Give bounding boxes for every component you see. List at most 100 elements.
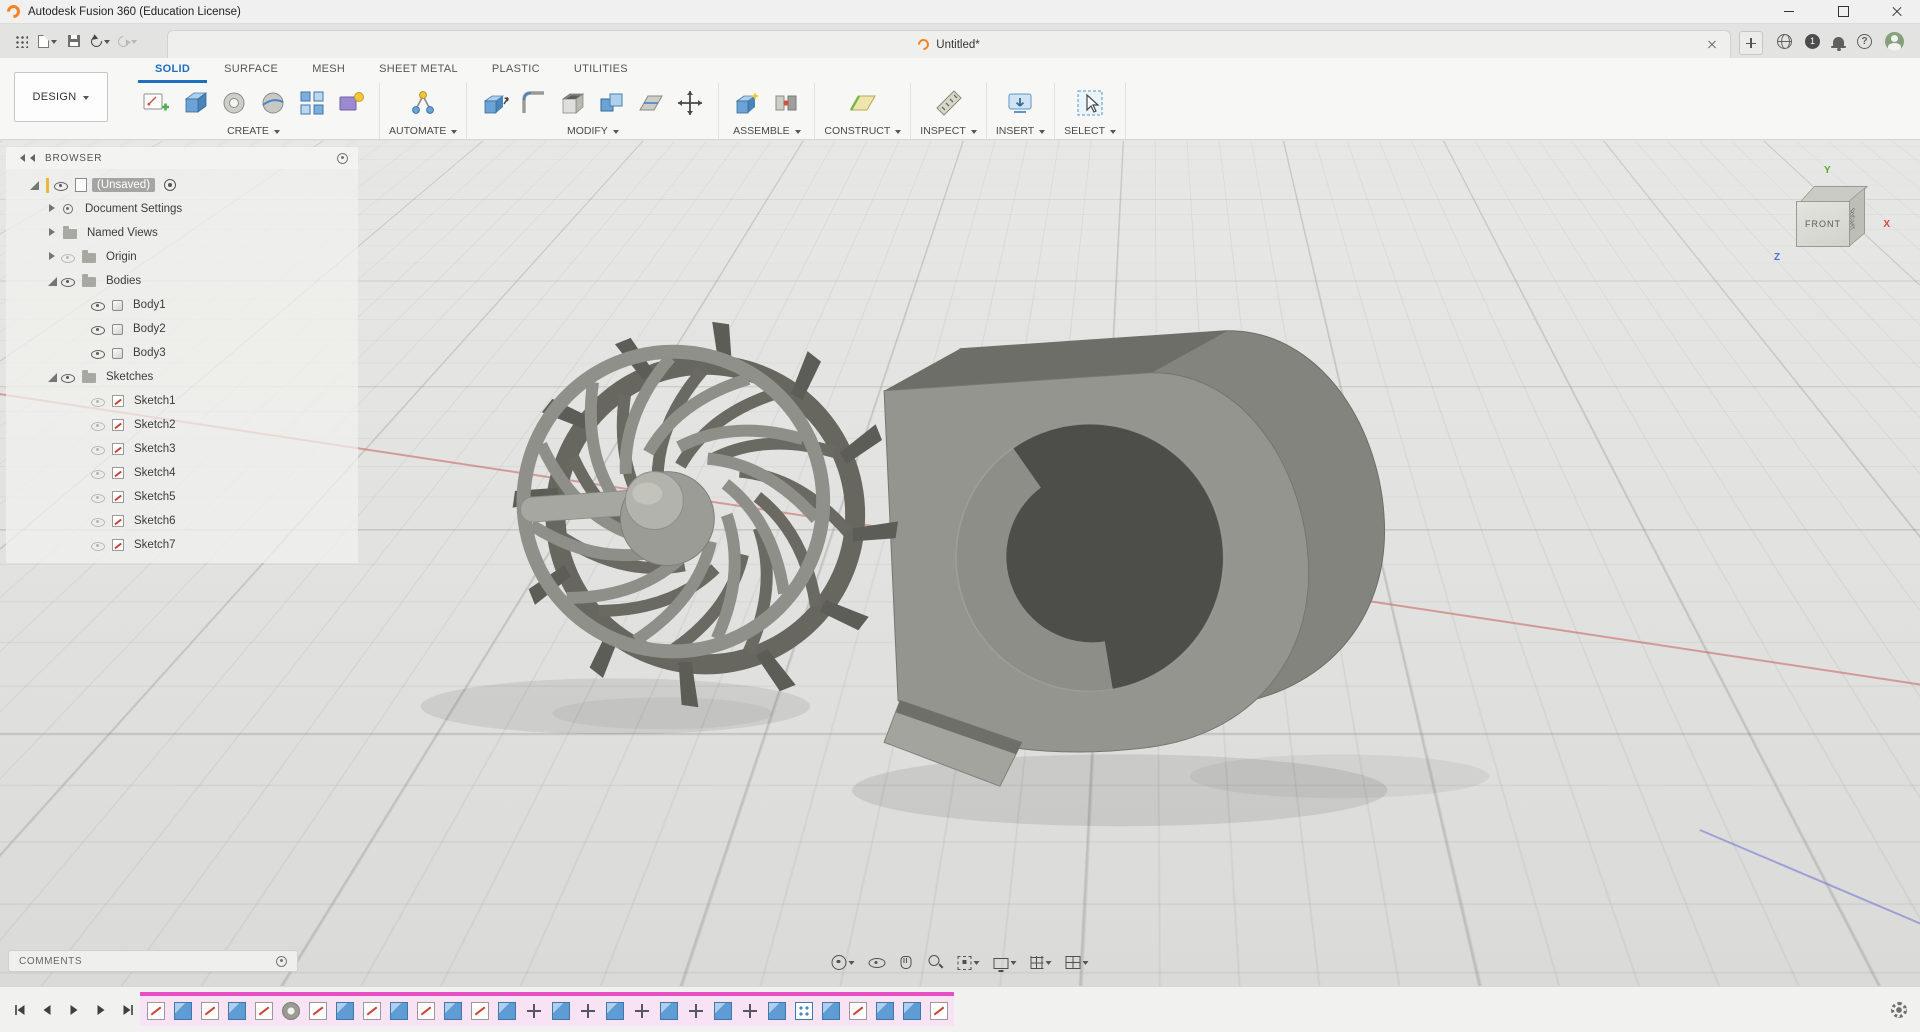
measure-button[interactable] [930, 84, 968, 122]
timeline-feature-extrude[interactable] [660, 1002, 678, 1020]
timeline-feature-sketch[interactable] [363, 1002, 381, 1020]
visibility-eye-icon[interactable] [90, 466, 106, 481]
rectangular-pattern-button[interactable] [293, 84, 331, 122]
viewport[interactable]: Y RIGHT FRONT X Z BROWSER (Unsaved) Docum… [0, 141, 1920, 986]
timeline-feature-sketch[interactable] [849, 1002, 867, 1020]
document-tab[interactable]: Untitled* [167, 30, 1731, 58]
timeline-feature-revolve[interactable] [282, 1002, 300, 1020]
joint-button[interactable] [767, 84, 805, 122]
combine-button[interactable] [593, 84, 631, 122]
timeline-feature-extrude[interactable] [228, 1002, 246, 1020]
impeller-body[interactable] [512, 321, 898, 708]
modify-menu[interactable]: MODIFY [567, 123, 619, 137]
automate-menu[interactable]: AUTOMATE [389, 123, 458, 137]
visibility-eye-icon[interactable] [90, 514, 106, 529]
tab-surface[interactable]: SURFACE [207, 60, 295, 83]
select-button[interactable] [1071, 84, 1109, 122]
timeline-feature-extrude[interactable] [768, 1002, 786, 1020]
housing-body[interactable] [883, 330, 1386, 787]
close-tab-button[interactable] [1704, 37, 1720, 53]
collapse-browser-icon[interactable] [16, 154, 36, 162]
tab-utilities[interactable]: UTILITIES [557, 60, 645, 83]
visibility-eye-icon[interactable] [60, 370, 76, 385]
timeline-feature-sketch[interactable] [147, 1002, 165, 1020]
tab-plastic[interactable]: PLASTIC [475, 60, 557, 83]
timeline-feature-sketch[interactable] [471, 1002, 489, 1020]
offset-face-button[interactable] [632, 84, 670, 122]
browser-item-body3[interactable]: Body3 [6, 341, 358, 365]
app-grid-button[interactable] [8, 28, 34, 54]
timeline-feature-extrude[interactable] [903, 1002, 921, 1020]
press-pull-button[interactable] [476, 84, 514, 122]
avatar[interactable] [1885, 31, 1904, 51]
timeline-feature-extrude[interactable] [174, 1002, 192, 1020]
browser-item-sketch2[interactable]: Sketch2 [6, 413, 358, 437]
visibility-eye-icon[interactable] [60, 274, 76, 289]
timeline-feature-move[interactable] [741, 1002, 759, 1020]
tab-mesh[interactable]: MESH [295, 60, 362, 83]
maximize-button[interactable] [1820, 0, 1866, 23]
extensions-icon[interactable] [1777, 33, 1792, 49]
browser-item-sketch1[interactable]: Sketch1 [6, 389, 358, 413]
timeline-feature-extrude[interactable] [606, 1002, 624, 1020]
insert-button[interactable] [1001, 84, 1039, 122]
comments-display-toggle[interactable] [276, 955, 287, 967]
browser-item-body1[interactable]: Body1 [6, 293, 358, 317]
visibility-eye-icon[interactable] [60, 250, 76, 265]
expand-arrow-icon[interactable] [46, 371, 60, 383]
timeline-feature-move[interactable] [579, 1002, 597, 1020]
save-button[interactable] [61, 28, 87, 54]
expand-arrow-icon[interactable] [46, 251, 60, 263]
sweep-button[interactable] [254, 84, 292, 122]
derive-button[interactable] [332, 84, 370, 122]
timeline-feature-sketch[interactable] [930, 1002, 948, 1020]
redo-button[interactable] [114, 28, 141, 54]
timeline-feature-sketch[interactable] [309, 1002, 327, 1020]
fillet-button[interactable] [515, 84, 553, 122]
viewports-button[interactable] [1062, 950, 1093, 974]
job-status-badge[interactable]: 1 [1805, 33, 1820, 49]
browser-header[interactable]: BROWSER [6, 147, 358, 169]
grid-and-snaps-button[interactable] [1027, 950, 1056, 974]
display-settings-button[interactable] [990, 950, 1021, 974]
workspace-switcher[interactable]: DESIGN [14, 72, 108, 122]
create-menu[interactable]: CREATE [227, 123, 280, 137]
shell-button[interactable] [554, 84, 592, 122]
undo-button[interactable] [87, 28, 114, 54]
zoom-button[interactable] [924, 950, 948, 974]
new-component-button[interactable] [728, 84, 766, 122]
visibility-eye-icon[interactable] [90, 322, 106, 337]
assemble-menu[interactable]: ASSEMBLE [733, 123, 801, 137]
expand-arrow-icon[interactable] [46, 227, 60, 239]
viewcube-front-face[interactable]: FRONT [1796, 201, 1850, 247]
configure-button[interactable] [404, 84, 442, 122]
tab-solid[interactable]: SOLID [138, 60, 208, 83]
close-window-button[interactable] [1874, 0, 1920, 23]
browser-display-toggle[interactable] [337, 152, 348, 164]
visibility-eye-icon[interactable] [90, 418, 106, 433]
comments-panel[interactable]: COMMENTS [8, 950, 298, 972]
visibility-eye-icon[interactable] [90, 490, 106, 505]
timeline-feature-extrude[interactable] [444, 1002, 462, 1020]
timeline-feature-extrude[interactable] [336, 1002, 354, 1020]
look-at-button[interactable] [865, 950, 889, 974]
browser-item-bodies[interactable]: Bodies [6, 269, 358, 293]
timeline-feature-move[interactable] [525, 1002, 543, 1020]
timeline-feature-sketch[interactable] [255, 1002, 273, 1020]
timeline-feature-extrude[interactable] [498, 1002, 516, 1020]
timeline-feature-sketch[interactable] [417, 1002, 435, 1020]
create-sketch-button[interactable] [137, 84, 175, 122]
visibility-eye-icon[interactable] [90, 298, 106, 313]
browser-item-sketches[interactable]: Sketches [6, 365, 358, 389]
timeline-feature-move[interactable] [633, 1002, 651, 1020]
help-icon[interactable] [1857, 33, 1872, 49]
timeline-feature-extrude[interactable] [714, 1002, 732, 1020]
browser-item-unsaved[interactable]: (Unsaved) [6, 173, 358, 197]
browser-item-sketch6[interactable]: Sketch6 [6, 509, 358, 533]
timeline-feature-extrude[interactable] [876, 1002, 894, 1020]
viewcube[interactable]: Y RIGHT FRONT X Z [1774, 165, 1890, 267]
activate-radio-button[interactable] [164, 179, 177, 191]
timeline-feature-sketch[interactable] [201, 1002, 219, 1020]
timeline-strip[interactable] [0, 987, 1880, 1032]
minimize-button[interactable] [1766, 0, 1812, 23]
